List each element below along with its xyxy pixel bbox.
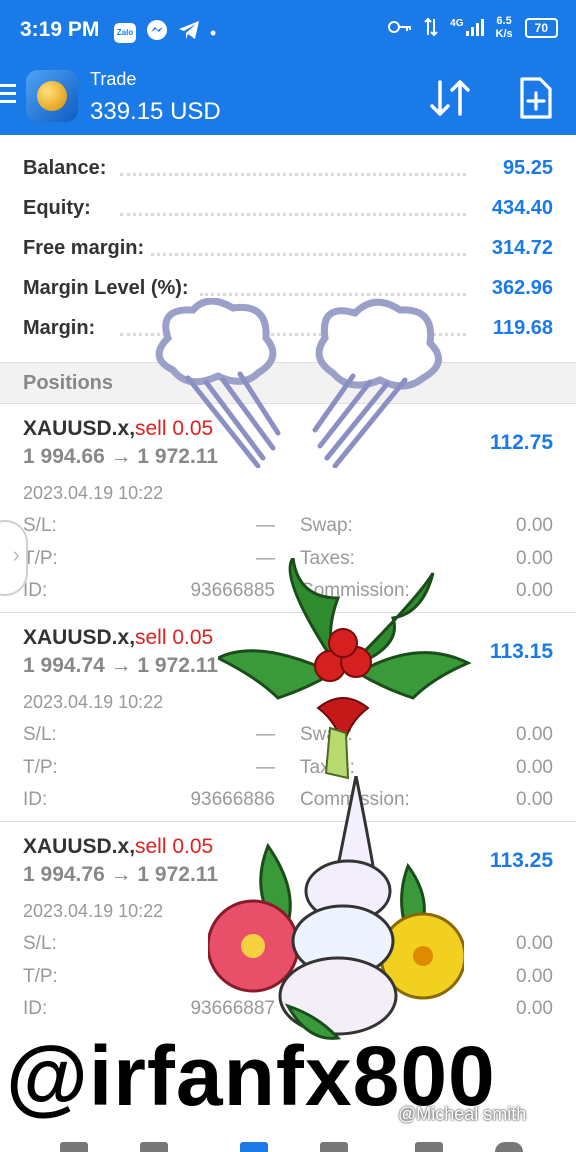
position-prices: 1 994.76 → 1 972.11 xyxy=(23,863,218,886)
taxes-value: 0.00 xyxy=(516,757,553,778)
tp-label: T/P: xyxy=(23,548,58,569)
swap-label: Swap: xyxy=(300,515,353,536)
margin-level-row: Margin Level (%): 362.96 xyxy=(0,255,576,300)
sl-label: S/L: xyxy=(23,515,57,536)
nav-settings-icon[interactable] xyxy=(495,1142,523,1152)
side-panel-handle[interactable]: › xyxy=(0,520,28,596)
position-time: 2023.04.19 10:22 xyxy=(23,901,164,921)
position-profit: 113.15 xyxy=(489,640,553,663)
chevron-right-icon: › xyxy=(12,542,20,567)
new-order-icon[interactable] xyxy=(512,76,558,120)
holly-sticker xyxy=(214,554,474,795)
margin-row: Margin: 119.68 xyxy=(0,295,576,340)
position-type: sell 0.05 xyxy=(135,626,214,649)
summary-value: 119.68 xyxy=(486,317,553,340)
position-profit: 113.25 xyxy=(489,849,553,872)
position-time: 2023.04.19 10:22 xyxy=(23,692,164,712)
position-symbol: XAUUSD.x, xyxy=(23,626,136,649)
status-time: 3:19 PM xyxy=(20,18,100,41)
metatrader-logo xyxy=(26,70,78,122)
sort-icon[interactable] xyxy=(426,76,476,120)
equity-row: Equity: 434.40 xyxy=(0,175,576,220)
steam-puff-sticker xyxy=(148,297,288,473)
credit-text: @Micheal smith xyxy=(398,1104,527,1124)
page-title: Trade xyxy=(90,69,137,89)
position-symbol: XAUUSD.x, xyxy=(23,835,136,858)
nav-messages-icon[interactable] xyxy=(415,1142,443,1152)
telegram-icon xyxy=(178,20,200,45)
position-type: sell 0.05 xyxy=(135,835,214,858)
free-margin-row: Free margin: 314.72 xyxy=(0,215,576,260)
messenger-icon xyxy=(146,19,168,46)
commission-value: 0.00 xyxy=(516,580,553,601)
swap-value: 0.00 xyxy=(516,933,553,954)
id-label: ID: xyxy=(23,998,48,1016)
id-label: ID: xyxy=(23,580,48,601)
signal-4g: 4G xyxy=(450,18,484,39)
battery-indicator: 70 xyxy=(524,18,558,38)
zalo-icon: Zalo xyxy=(114,22,136,43)
steam-puff-sticker xyxy=(305,298,455,473)
unicorn-horn-flowers-sticker xyxy=(206,775,467,1047)
app-bar: Trade 339.15 USD xyxy=(0,60,576,135)
account-summary: Balance: 95.25 Equity: 434.40 Free margi… xyxy=(0,135,576,340)
system-indicators: 4G 6.5 K/s 70 xyxy=(388,15,558,41)
taxes-value: 0.00 xyxy=(516,966,553,987)
nav-history-icon[interactable] xyxy=(320,1142,348,1152)
network-speed: 6.5 K/s xyxy=(495,15,513,40)
commission-value: 0.00 xyxy=(516,789,553,810)
nav-trade-icon[interactable] xyxy=(240,1142,268,1152)
balance-row: Balance: 95.25 xyxy=(0,135,576,180)
swap-value: 0.00 xyxy=(516,724,553,745)
nav-chart-icon[interactable] xyxy=(140,1142,168,1152)
position-profit: 112.75 xyxy=(489,431,553,454)
signal-bars-icon xyxy=(465,18,484,39)
account-profit: 339.15 USD xyxy=(90,98,221,125)
swap-value: 0.00 xyxy=(516,515,553,536)
tp-label: T/P: xyxy=(23,966,58,987)
status-bar: 3:19 PM Zalo • 4G 6.5 K/s 70 xyxy=(0,0,576,60)
nav-quotes-icon[interactable] xyxy=(60,1142,88,1152)
tp-label: T/P: xyxy=(23,757,58,778)
key-icon xyxy=(388,20,412,37)
position-symbol: XAUUSD.x, xyxy=(23,417,136,440)
notification-icons: Zalo • xyxy=(114,19,216,46)
sl-value: — xyxy=(256,515,275,536)
data-transfer-icon xyxy=(424,17,438,40)
more-notifications-dot: • xyxy=(210,22,217,43)
menu-icon[interactable] xyxy=(0,84,16,108)
section-title: Positions xyxy=(23,372,114,394)
sl-label: S/L: xyxy=(23,933,57,954)
positions-header: Positions xyxy=(0,362,576,404)
position-prices: 1 994.74 → 1 972.11 xyxy=(23,654,218,677)
summary-label: Margin: xyxy=(23,317,102,340)
id-label: ID: xyxy=(23,789,48,810)
position-time: 2023.04.19 10:22 xyxy=(23,483,164,503)
taxes-value: 0.00 xyxy=(516,548,553,569)
commission-value: 0.00 xyxy=(516,998,553,1016)
sl-label: S/L: xyxy=(23,724,57,745)
